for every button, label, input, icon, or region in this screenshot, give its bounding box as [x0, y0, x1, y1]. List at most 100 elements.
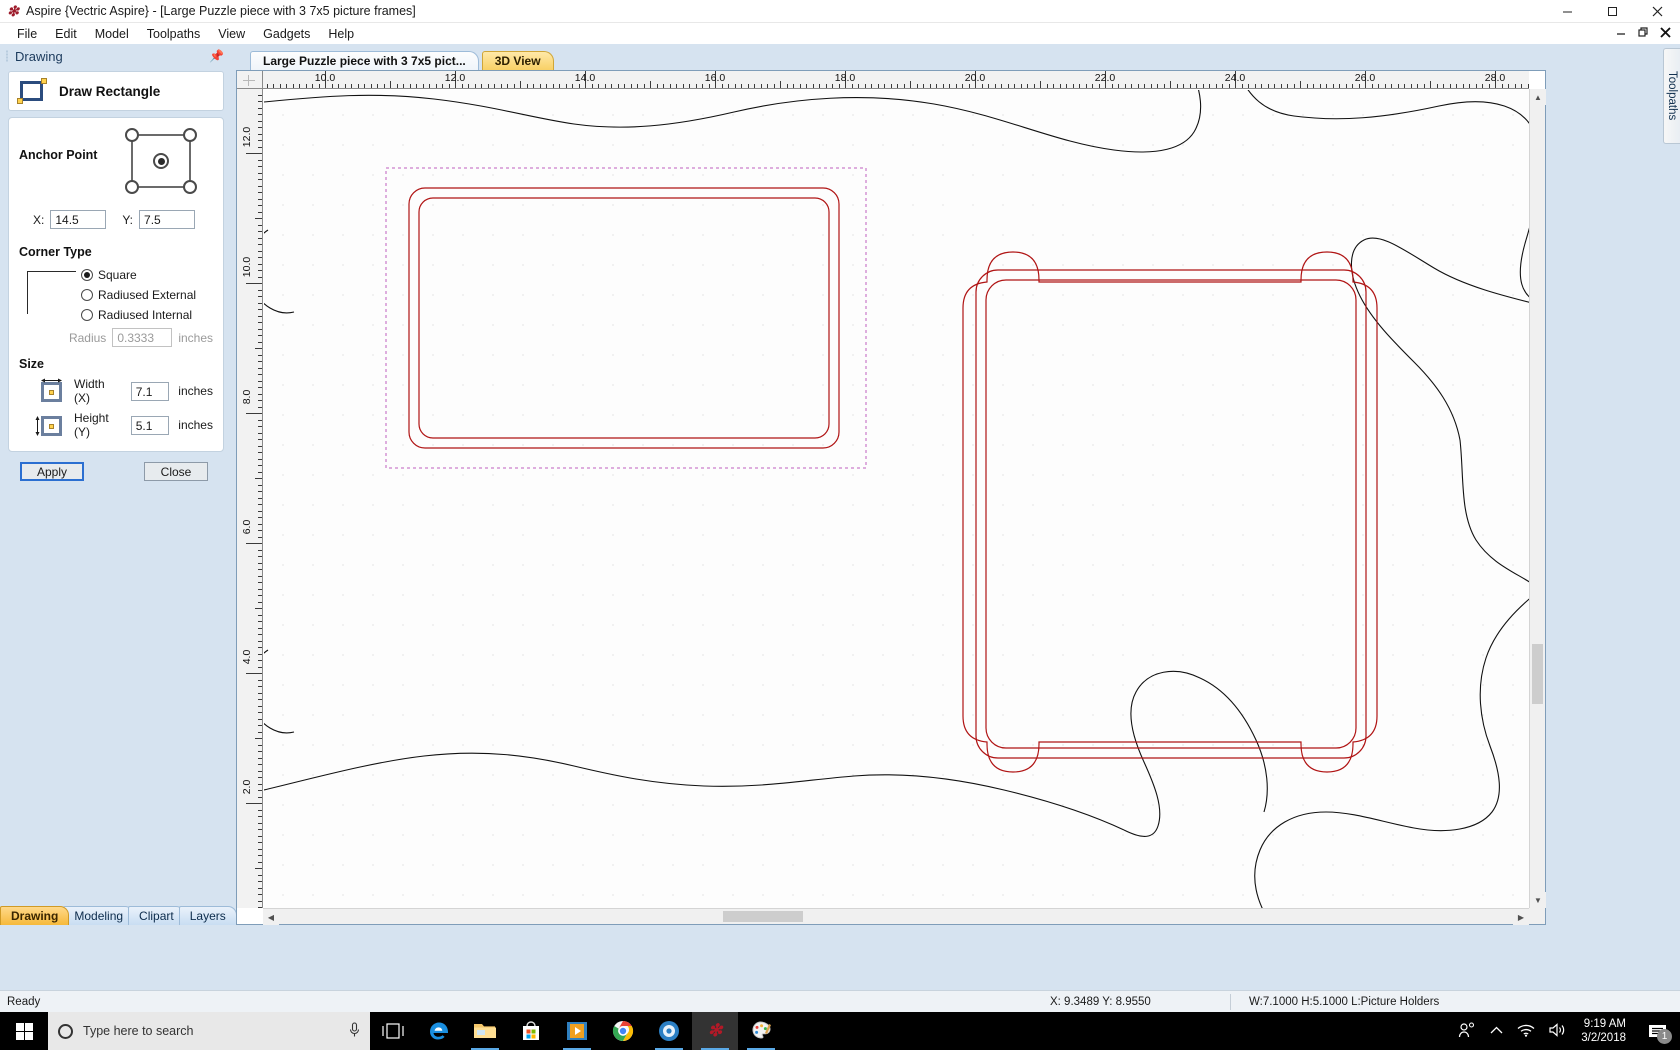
vertical-scrollbar[interactable]: ▲ ▼	[1529, 89, 1546, 908]
scroll-right-arrow[interactable]: ▶	[1513, 909, 1529, 925]
anchor-node-center[interactable]	[153, 153, 170, 169]
file-explorer-icon[interactable]	[462, 1012, 508, 1050]
minimize-button[interactable]	[1545, 0, 1590, 23]
wifi-icon[interactable]	[1517, 1023, 1535, 1040]
scroll-left-arrow[interactable]: ◀	[263, 909, 279, 925]
microsoft-store-icon[interactable]	[508, 1012, 554, 1050]
document-window-controls	[1616, 26, 1680, 41]
ruler-tick	[877, 84, 879, 88]
tab-clipart[interactable]: Clipart	[128, 906, 185, 925]
ruler-tick	[1371, 84, 1373, 88]
menu-view[interactable]: View	[209, 25, 254, 43]
ruler-tick	[258, 127, 262, 128]
action-center-icon[interactable]: 1	[1640, 1012, 1674, 1050]
ruler-tick	[1397, 84, 1399, 88]
document-close-button[interactable]	[1660, 26, 1671, 41]
ruler-tick	[312, 84, 313, 88]
ruler-tick	[767, 84, 768, 88]
vertical-scroll-thumb[interactable]	[1532, 644, 1543, 704]
picture-frame-right	[962, 251, 1378, 773]
width-input[interactable]: 7.1	[130, 381, 170, 401]
scroll-up-arrow[interactable]: ▲	[1530, 89, 1546, 105]
media-player-icon[interactable]	[554, 1012, 600, 1050]
document-restore-button[interactable]	[1638, 26, 1649, 41]
radio-square[interactable]: Square	[81, 265, 196, 285]
menu-edit[interactable]: Edit	[46, 25, 86, 43]
menu-toolpaths[interactable]: Toolpaths	[138, 25, 210, 43]
anchor-point-selector[interactable]	[125, 128, 205, 200]
ruler-tick	[258, 510, 262, 512]
ruler-tick	[258, 640, 262, 642]
ruler-tick	[258, 140, 262, 141]
ruler-tick	[258, 107, 262, 109]
scroll-down-arrow[interactable]: ▼	[1530, 892, 1546, 908]
microphone-icon[interactable]	[349, 1021, 360, 1041]
ruler-tick	[1319, 84, 1321, 88]
media-center-icon[interactable]	[646, 1012, 692, 1050]
edge-icon[interactable]	[416, 1012, 462, 1050]
volume-icon[interactable]	[1549, 1022, 1567, 1040]
people-icon[interactable]	[1458, 1021, 1476, 1041]
anchor-node-bottom-right[interactable]	[183, 180, 198, 194]
clock-date: 3/2/2018	[1581, 1032, 1626, 1044]
tab-2d-view[interactable]: Large Puzzle piece with 3 7x5 pict...	[250, 51, 479, 71]
apply-button[interactable]: Apply	[20, 462, 84, 481]
ruler-tick	[258, 614, 262, 616]
maximize-button[interactable]	[1590, 0, 1635, 23]
task-view-icon[interactable]	[370, 1012, 416, 1050]
toolpaths-dock-tab[interactable]: Toolpaths	[1663, 48, 1680, 144]
ruler-tick	[258, 341, 262, 343]
ruler-corner-origin[interactable]	[237, 71, 263, 89]
anchor-node-top-right[interactable]	[183, 128, 198, 142]
close-button-panel[interactable]: Close	[144, 462, 208, 481]
document-minimize-button[interactable]	[1616, 27, 1627, 41]
anchor-y-input[interactable]: 7.5	[139, 210, 196, 229]
anchor-node-bottom-left[interactable]	[125, 180, 140, 194]
windows-start-icon[interactable]	[0, 1012, 48, 1050]
horizontal-scroll-thumb[interactable]	[723, 911, 803, 922]
tab-drawing[interactable]: Drawing	[0, 906, 70, 925]
horizontal-scrollbar[interactable]: ◀ ▶	[263, 908, 1529, 925]
ruler-tick	[578, 84, 580, 88]
tab-3d-view[interactable]: 3D View	[481, 51, 554, 71]
ruler-tick	[650, 81, 651, 88]
ruler-tick	[258, 426, 262, 427]
ruler-label: 12.0	[241, 126, 253, 148]
ruler-tick	[1118, 84, 1119, 88]
chrome-icon[interactable]	[600, 1012, 646, 1050]
show-hidden-icons-chevron[interactable]	[1490, 1024, 1503, 1038]
menu-gadgets[interactable]: Gadgets	[254, 25, 319, 43]
anchor-x-input[interactable]: 14.5	[50, 210, 107, 229]
panel-grip-icon[interactable]	[4, 49, 12, 63]
menu-model[interactable]: Model	[86, 25, 138, 43]
pin-icon[interactable]: 📌	[209, 49, 224, 63]
tab-layers[interactable]: Layers	[178, 906, 237, 925]
anchor-node-top-left[interactable]	[125, 128, 140, 142]
canvas-2d[interactable]	[264, 90, 1529, 908]
rectangle-settings-group: Anchor Point X: 14.5 Y: 7.5 Corner Type …	[8, 117, 224, 452]
horizontal-ruler[interactable]: 10.0 12.0 14.0 16.0 18.0 20.0 22.0 24.0 26.0 28.0	[263, 71, 1529, 89]
radio-radiused-internal[interactable]: Radiused Internal	[81, 305, 196, 325]
document-tab-bar: Large Puzzle piece with 3 7x5 pict... 3D…	[236, 47, 1546, 71]
ruler-tick	[246, 153, 262, 154]
ruler-tick	[630, 84, 632, 88]
paint-icon[interactable]	[738, 1012, 784, 1050]
ruler-tick	[357, 84, 359, 88]
radio-radiused-external[interactable]: Radiused External	[81, 285, 196, 305]
ruler-tick	[396, 84, 398, 88]
taskbar-clock[interactable]: 9:19 AM 3/2/2018	[1581, 1017, 1626, 1045]
vertical-ruler[interactable]: 12.0 10.0 8.0 6.0 4.0 2.0	[237, 89, 263, 908]
tab-modeling[interactable]: Modeling	[63, 906, 135, 925]
ruler-tick	[377, 84, 378, 88]
search-input[interactable]: Type here to search	[48, 1012, 370, 1050]
close-button[interactable]	[1635, 0, 1680, 23]
radius-input[interactable]: 0.3333	[112, 328, 173, 347]
radio-square-label: Square	[98, 268, 137, 282]
height-input[interactable]: 5.1	[130, 415, 170, 435]
aspire-icon[interactable]: ❇	[692, 1012, 738, 1050]
menu-file[interactable]: File	[8, 25, 46, 43]
system-tray: 9:19 AM 3/2/2018 1	[1458, 1012, 1680, 1050]
panel-caption-bar: Drawing 📌	[0, 44, 232, 68]
ruler-tick	[258, 595, 262, 596]
menu-help[interactable]: Help	[319, 25, 363, 43]
